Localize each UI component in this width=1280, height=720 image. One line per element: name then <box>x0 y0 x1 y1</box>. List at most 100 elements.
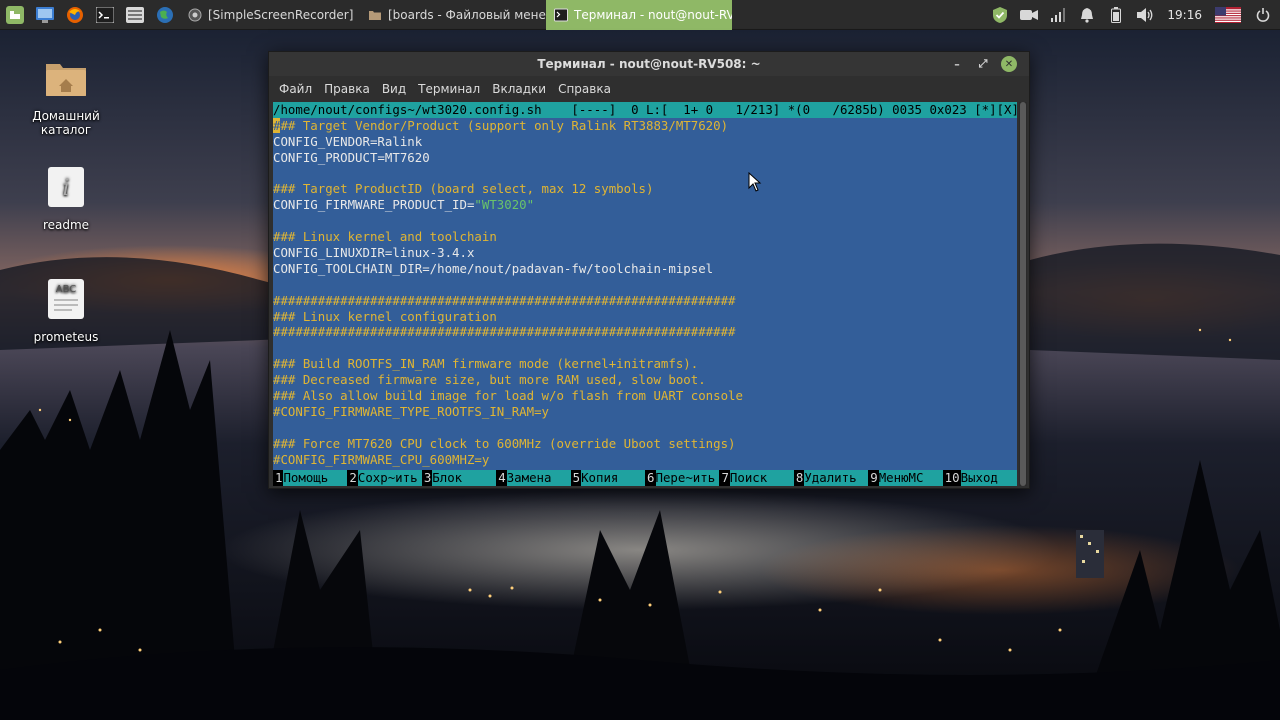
top-panel: [SimpleScreenRecorder] [boards - Файловы… <box>0 0 1280 30</box>
editor-line-text: CONFIG_TOOLCHAIN_DIR=/home/nout/padavan-… <box>273 260 714 276</box>
task-label: Терминал - nout@nout-RV5... <box>574 7 732 22</box>
fkey-9[interactable]: 9 МенюMC <box>868 470 943 486</box>
fkey-10[interactable]: 10 Выход <box>942 470 1017 486</box>
fkey-label: Замена <box>506 470 571 486</box>
volume-icon[interactable] <box>1130 0 1159 30</box>
desktop-icon-label: Домашний каталог <box>32 109 100 137</box>
fkey-4[interactable]: 4 Замена <box>496 470 571 486</box>
recorder-icon <box>188 8 202 21</box>
svg-text:ABC: ABC <box>56 284 77 295</box>
task-file-manager[interactable]: [boards - Файловый менед... <box>360 0 546 30</box>
editor-line: CONFIG_VENDOR=Ralink <box>273 134 1017 150</box>
desktop-icon-home[interactable]: Домашний каталог <box>21 56 111 137</box>
us-flag-icon[interactable] <box>1210 0 1246 30</box>
scrollbar-thumb[interactable] <box>1020 102 1026 486</box>
camera-icon[interactable] <box>1014 0 1043 30</box>
menu-bar: Файл Правка Вид Терминал Вкладки Справка <box>269 76 1029 101</box>
editor-text-area[interactable]: ### Target Vendor/Product (support only … <box>273 117 1017 468</box>
editor-line: ### Force MT7620 CPU clock to 600MHz (ov… <box>273 436 1017 452</box>
fkey-label: МенюMC <box>878 470 943 486</box>
signal-icon[interactable] <box>1043 0 1072 30</box>
firefox-icon[interactable] <box>60 0 90 30</box>
editor-line-text: #CONFIG_FIRMWARE_TYPE_ROOTFS_IN_RAM=y <box>273 403 550 419</box>
clock[interactable]: 19:16 <box>1159 8 1210 22</box>
editor-line-text: CONFIG_PRODUCT=MT7620 <box>273 149 430 165</box>
fkey-number: 3 <box>421 470 433 486</box>
maximize-button[interactable]: ⤢ <box>975 56 991 72</box>
fkey-label: Выход <box>960 470 1017 486</box>
function-key-bar: 1 Помощь 2 Сохр~ить 3 Блок 4 Замена 5 Копия 6 Пере~… <box>273 470 1017 486</box>
editor-line: CONFIG_FIRMWARE_PRODUCT_ID="WT3020" <box>273 197 1017 213</box>
fkey-number: 4 <box>496 470 507 486</box>
menu-edit[interactable]: Правка <box>318 82 376 96</box>
editor-line: CONFIG_PRODUCT=MT7620 <box>273 150 1017 166</box>
fkey-5[interactable]: 5 Копия <box>570 470 646 486</box>
editor-line-text: ########################################… <box>273 292 736 308</box>
info-file-icon: i <box>48 167 84 207</box>
editor-line: ########################################… <box>273 324 1017 340</box>
editor-line: ### Target Vendor/Product (support only … <box>273 117 1017 134</box>
fkey-number: 2 <box>347 470 358 486</box>
window-titlebar[interactable]: Терминал - nout@nout-RV508: ~ – ⤢ ✕ <box>269 52 1029 76</box>
shield-icon[interactable] <box>985 0 1014 30</box>
terminal-icon <box>554 8 568 21</box>
fkey-number: 8 <box>793 470 805 486</box>
task-label: [boards - Файловый менед... <box>388 7 546 22</box>
task-terminal[interactable]: Терминал - nout@nout-RV5... <box>546 0 732 30</box>
editor-line-text: #CONFIG_FIRMWARE_CPU_600MHZ=y <box>273 451 490 467</box>
fkey-3[interactable]: 3 Блок <box>421 470 497 486</box>
svg-text:i: i <box>62 176 69 201</box>
fkey-number: 5 <box>570 470 582 486</box>
menu-terminal[interactable]: Терминал <box>412 82 486 96</box>
fkey-label: Копия <box>581 470 646 486</box>
power-icon[interactable] <box>1246 0 1280 30</box>
battery-icon[interactable] <box>1101 0 1130 30</box>
bell-icon[interactable] <box>1072 0 1101 30</box>
terminal-content[interactable]: /home/nout/configs~/wt3020.config.sh [--… <box>273 102 1017 486</box>
fkey-8[interactable]: 8 Удалить <box>793 470 869 486</box>
menu-help[interactable]: Справка <box>552 82 617 96</box>
terminal-scrollbar[interactable] <box>1019 102 1027 486</box>
editor-line: ### Build ROOTFS_IN_RAM firmware mode (k… <box>273 356 1017 372</box>
fkey-2[interactable]: 2 Сохр~ить <box>347 470 422 486</box>
fkey-number: 7 <box>719 470 730 486</box>
globe-icon[interactable] <box>150 0 180 30</box>
editor-line-text: ### Decreased firmware size, but more RA… <box>273 372 706 388</box>
fkey-number: 1 <box>273 470 284 486</box>
desktop-icon-readme[interactable]: i readme <box>21 165 111 232</box>
editor-line: CONFIG_LINUXDIR=linux-3.4.x <box>273 245 1017 261</box>
fkey-number: 10 <box>942 470 961 486</box>
editor-line: #CONFIG_FIRMWARE_TYPE_ROOTFS_IN_RAM=y <box>273 404 1017 420</box>
home-folder-icon <box>46 64 86 96</box>
editor-line-text: ########################################… <box>273 324 736 340</box>
fkey-label: Удалить <box>804 470 869 486</box>
terminal-icon[interactable] <box>90 0 120 30</box>
editor-status-line: /home/nout/configs~/wt3020.config.sh [--… <box>273 102 1017 118</box>
close-button[interactable]: ✕ <box>1001 56 1017 72</box>
fkey-7[interactable]: 7 Поиск <box>719 470 794 486</box>
task-label: [SimpleScreenRecorder] <box>208 7 354 22</box>
fkey-label: Блок <box>432 470 497 486</box>
system-tray: 19:16 <box>985 0 1280 30</box>
editor-line: CONFIG_TOOLCHAIN_DIR=/home/nout/padavan-… <box>273 261 1017 277</box>
minimize-button[interactable]: – <box>949 56 965 72</box>
menu-file[interactable]: Файл <box>273 82 318 96</box>
desktop-icon-prometeus[interactable]: ABC prometeus <box>21 277 111 344</box>
menu-icon[interactable] <box>0 0 30 30</box>
task-simplescreenrecorder[interactable]: [SimpleScreenRecorder] <box>180 0 360 30</box>
fkey-6[interactable]: 6 Пере~ить <box>645 470 720 486</box>
show-desktop-icon[interactable] <box>30 0 60 30</box>
fkey-label: Помощь <box>283 470 348 486</box>
menu-tabs[interactable]: Вкладки <box>486 82 552 96</box>
files-icon[interactable] <box>120 0 150 30</box>
menu-view[interactable]: Вид <box>376 82 412 96</box>
editor-string-value: "WT3020" <box>474 197 535 213</box>
editor-line: ### Linux kernel configuration <box>273 309 1017 325</box>
folder-icon <box>369 10 381 20</box>
fkey-1[interactable]: 1 Помощь <box>273 470 348 486</box>
